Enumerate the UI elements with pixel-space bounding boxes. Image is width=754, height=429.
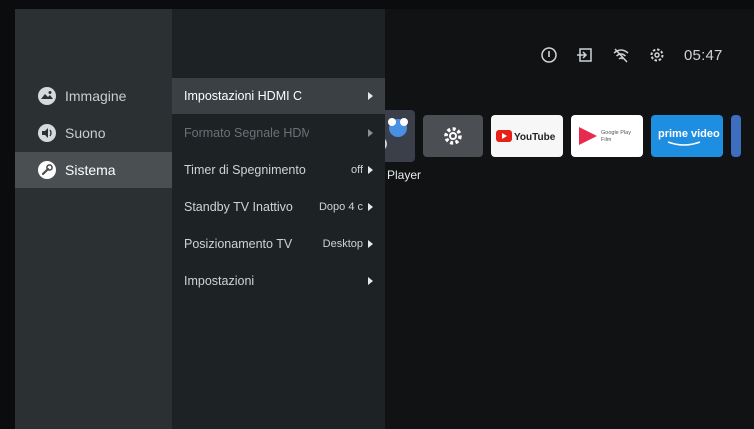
menu-item-value: Desktop [322,238,363,250]
menu-item-label: Formato Segnale HDM [184,126,309,140]
chevron-right-icon [368,277,373,285]
wifi-icon[interactable] [612,46,630,64]
menu-item-formato-segnale-hdmi[interactable]: Formato Segnale HDM [172,115,385,151]
category-label: Immagine [65,88,127,104]
chevron-right-icon [368,166,373,174]
category-label: Suono [65,125,106,141]
google-play-film-app-tile[interactable]: Google Play Film [571,115,643,157]
sistema-submenu-panel: Impostazioni HDMI C Formato Segnale HDM … [172,9,385,429]
prime-video-logo-text: prime video [658,128,720,140]
settings-app-tile[interactable] [423,115,483,157]
gear-icon[interactable] [648,46,666,64]
menu-item-posizionamento-tv[interactable]: Posizionamento TV Desktop [172,226,385,262]
menu-item-label: Posizionamento TV [184,237,293,251]
prime-video-app-tile[interactable]: prime video [651,115,723,157]
clock: 05:47 [684,46,723,64]
gplay-label-bottom: Film [601,137,612,143]
menu-item-value: Dopo 4 c [318,201,363,213]
info-icon[interactable] [540,46,558,64]
settings-category-panel: Immagine Suono Sistema [15,9,172,429]
gplay-label-top: Google Play [601,130,631,136]
menu-item-standby-tv-inattivo[interactable]: Standby TV Inattivo Dopo 4 c [172,189,385,225]
gear-icon [444,127,462,145]
player-app-label: Player [387,168,422,182]
status-bar: 05:47 [540,43,723,67]
chevron-right-icon [368,203,373,211]
menu-item-value: off [350,164,363,176]
menu-item-impostazioni[interactable]: Impostazioni [172,263,385,299]
app-row: YouTube Google Play Film prime video [370,110,749,162]
menu-item-label: Timer di Spegnimento [184,163,306,177]
more-app-tile[interactable] [731,115,741,157]
chevron-right-icon [368,92,373,100]
picture-icon [38,87,56,105]
chevron-right-icon [368,240,373,248]
sound-icon [38,124,56,142]
category-immagine[interactable]: Immagine [15,78,172,114]
wrench-icon [38,161,56,179]
input-source-icon[interactable] [576,46,594,64]
category-sistema[interactable]: Sistema [15,152,172,188]
menu-item-impostazioni-hdmi-cec[interactable]: Impostazioni HDMI C [172,78,385,114]
menu-item-timer-spegnimento[interactable]: Timer di Spegnimento off [172,152,385,188]
youtube-app-tile[interactable]: YouTube [491,115,563,157]
youtube-logo-text: YouTube [514,132,556,143]
category-suono[interactable]: Suono [15,115,172,151]
category-label: Sistema [65,162,116,178]
menu-item-label: Impostazioni HDMI C [184,89,303,103]
chevron-right-icon [368,129,373,137]
menu-item-label: Standby TV Inattivo [184,200,293,214]
menu-item-label: Impostazioni [184,274,255,288]
